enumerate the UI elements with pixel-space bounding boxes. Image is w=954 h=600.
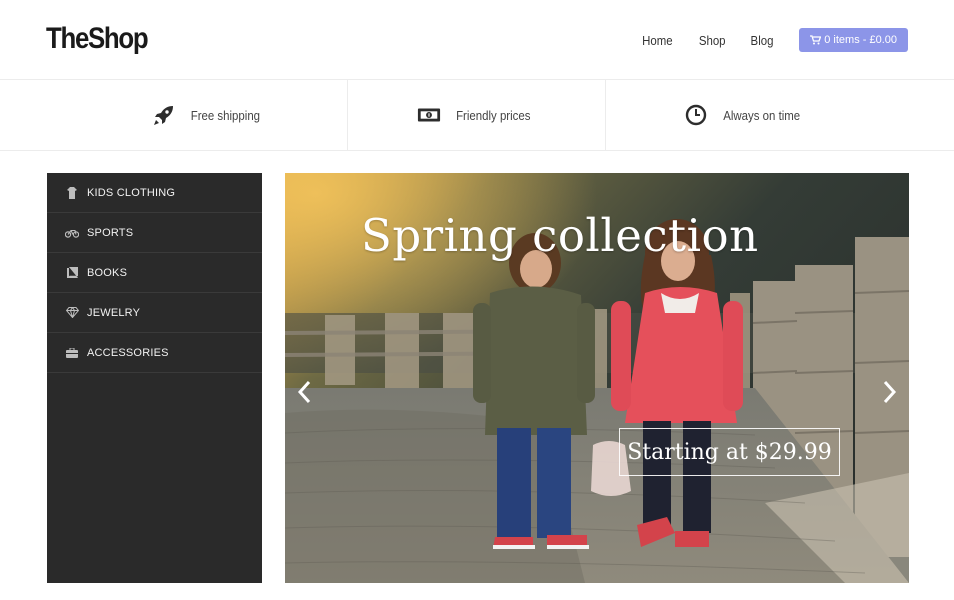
briefcase-icon: [65, 347, 79, 359]
sidebar-item-sports[interactable]: SPORTS: [47, 213, 262, 253]
nav-home-link[interactable]: Home: [642, 33, 673, 48]
cart-summary: 0 items - £0.00: [824, 34, 897, 46]
cart-button[interactable]: 0 items - £0.00: [799, 28, 908, 52]
feature-always-on-time: Always on time: [606, 80, 954, 150]
sidebar-item-label: JEWELRY: [87, 306, 141, 319]
site-logo[interactable]: TheShop: [46, 22, 149, 56]
sidebar-item-jewelry[interactable]: JEWELRY: [47, 293, 262, 333]
slide-caption[interactable]: Starting at $29.99: [619, 428, 840, 476]
feature-label: Friendly prices: [456, 107, 531, 123]
main-nav: Home Shop Blog 0 items - £0.00: [618, 28, 908, 52]
sidebar-item-label: SPORTS: [87, 226, 134, 239]
nav-blog-link[interactable]: Blog: [751, 33, 774, 48]
sidebar-item-books[interactable]: BOOKS: [47, 253, 262, 293]
sidebar-item-label: KIDS CLOTHING: [87, 186, 176, 199]
feature-label: Always on time: [723, 107, 801, 123]
rocket-icon: [152, 103, 176, 127]
cart-icon: [810, 35, 822, 45]
chevron-right-icon: [883, 380, 897, 404]
nav-shop-link[interactable]: Shop: [699, 33, 726, 48]
site-header: TheShop Home Shop Blog 0 items - £0.00: [0, 0, 954, 80]
shirt-icon: [65, 186, 79, 199]
feature-friendly-prices: Friendly prices: [348, 80, 606, 150]
hero-slider[interactable]: Spring collection Starting at $29.99: [285, 173, 909, 583]
money-icon: [417, 103, 441, 127]
diamond-icon: [65, 307, 79, 319]
slider-prev-button[interactable]: [295, 379, 315, 405]
sidebar-item-kids-clothing[interactable]: KIDS CLOTHING: [47, 173, 262, 213]
sidebar-item-label: ACCESSORIES: [87, 346, 169, 359]
clock-icon: [684, 103, 708, 127]
category-sidebar: KIDS CLOTHING SPORTS BOOKS JEWELRY ACCES…: [47, 173, 262, 583]
sidebar-item-accessories[interactable]: ACCESSORIES: [47, 333, 262, 373]
features-bar: Free shipping Friendly prices Always on …: [0, 80, 954, 151]
sidebar-item-label: BOOKS: [87, 266, 128, 279]
feature-label: Free shipping: [190, 107, 261, 123]
bicycle-icon: [65, 227, 79, 239]
feature-free-shipping: Free shipping: [0, 80, 348, 150]
chevron-left-icon: [297, 380, 311, 404]
book-icon: [65, 267, 79, 279]
slider-next-button[interactable]: [879, 379, 899, 405]
slide-title: Spring collection: [361, 209, 759, 262]
